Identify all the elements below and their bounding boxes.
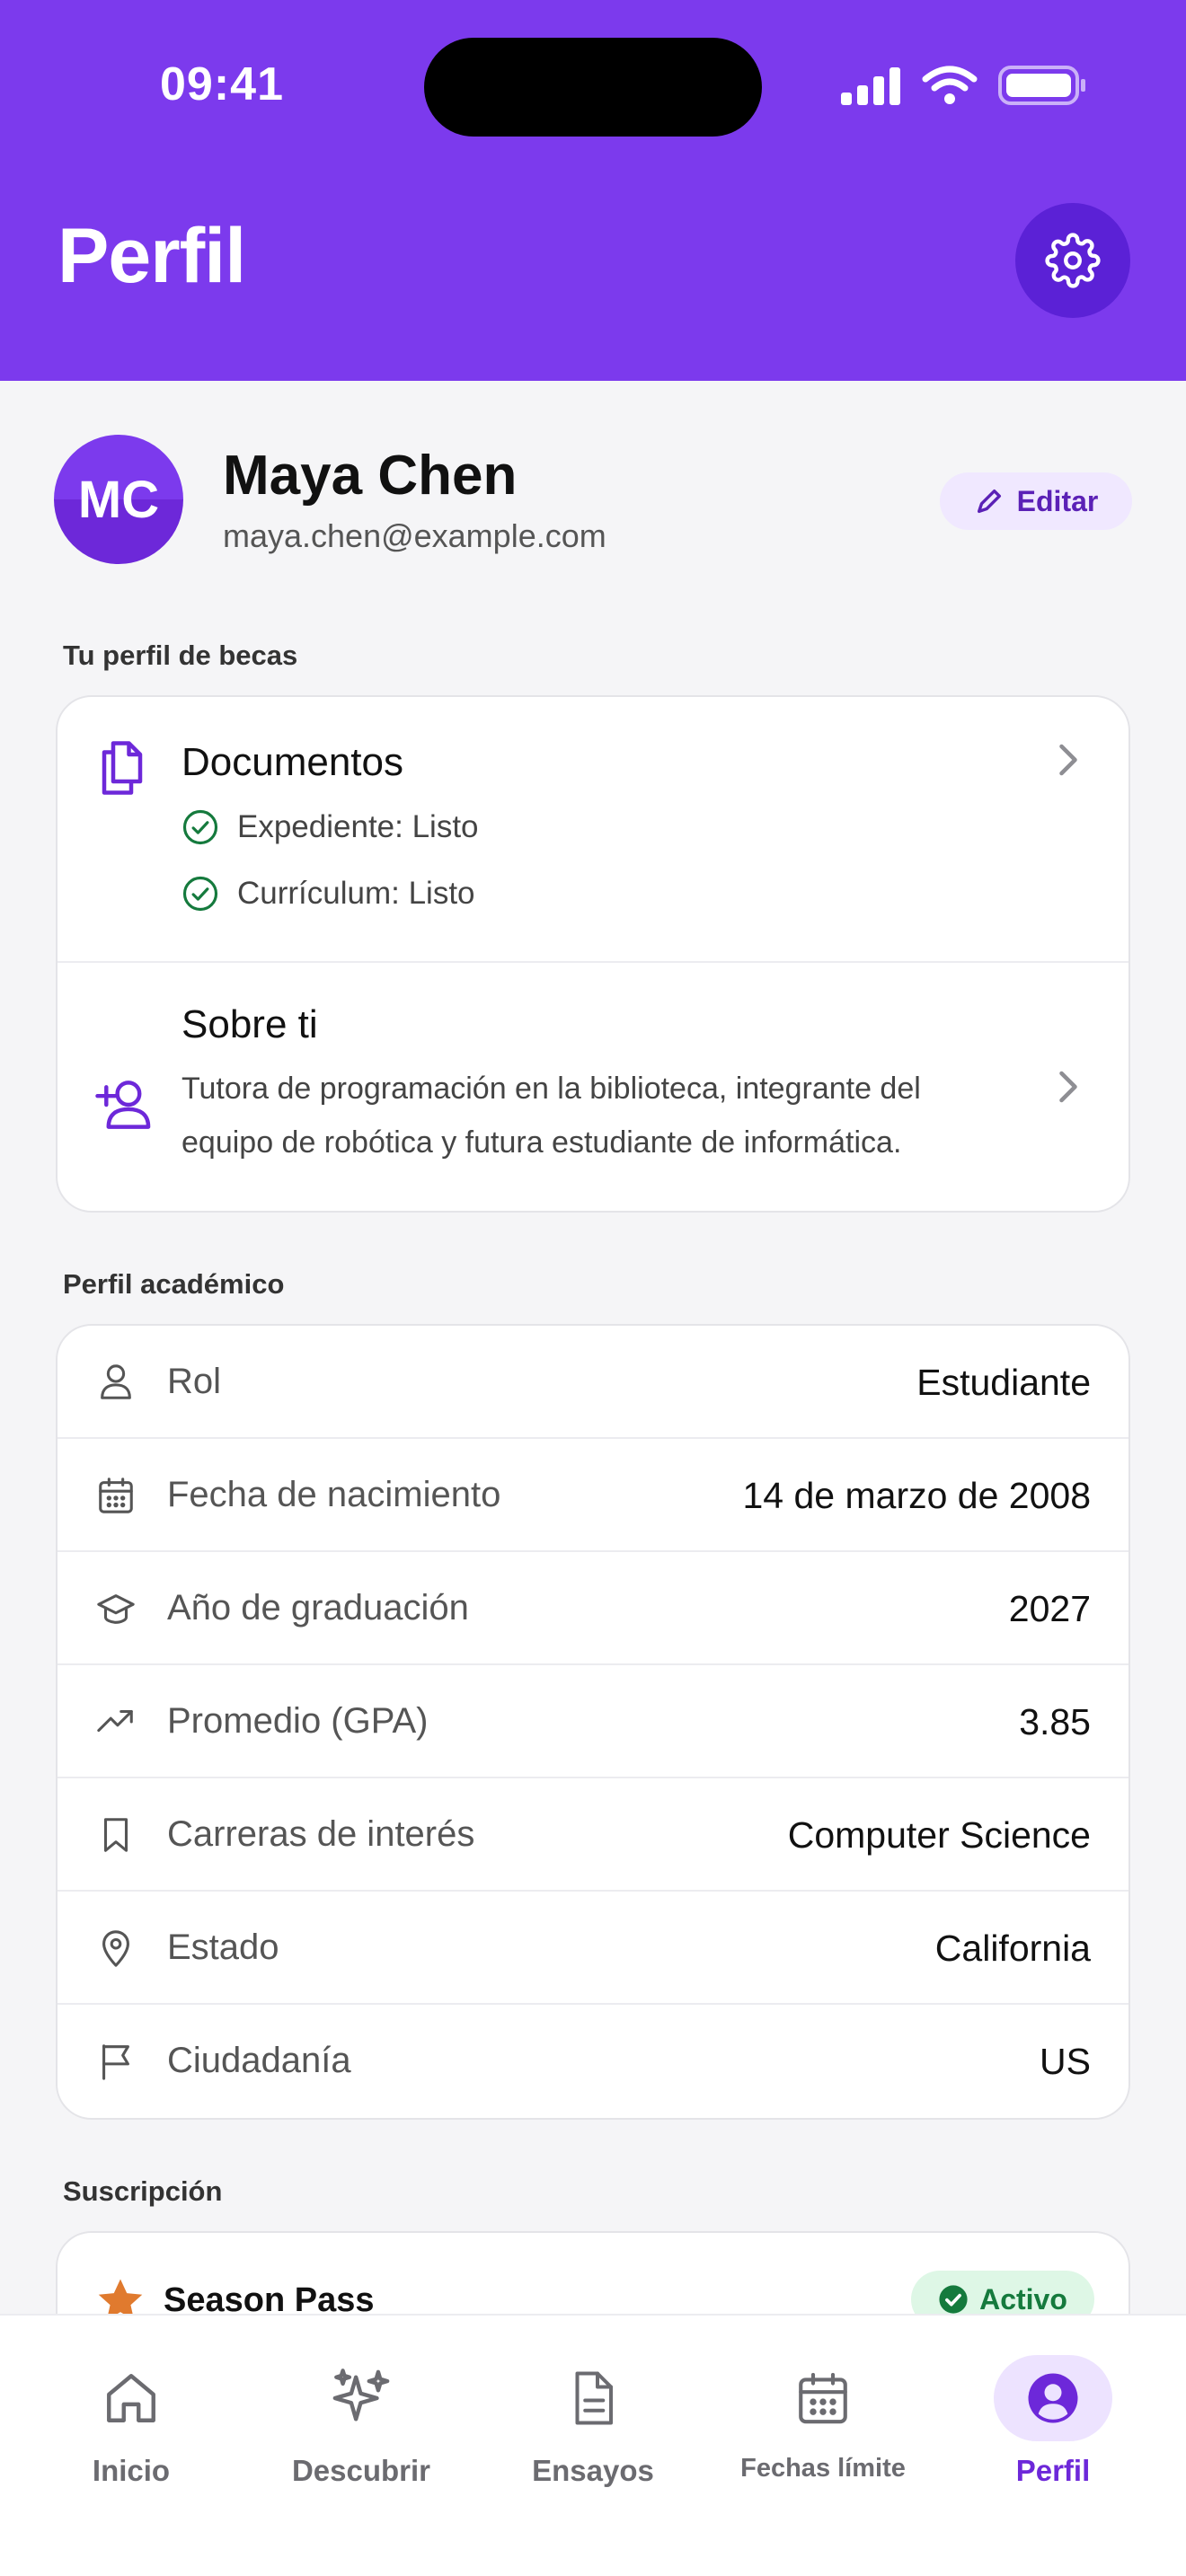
bookmark-icon [103,1818,128,1852]
profile-icon [1028,2373,1078,2423]
about-title: Sobre ti [181,1002,318,1046]
active-tab-indicator [994,2355,1112,2441]
user-icon [101,1364,131,1399]
academic-row-gpa: Promedio (GPA) 3.85 [58,1665,1128,1778]
section-title-subscription: Suscripción [63,2175,223,2207]
tab-label: Perfil [1015,2454,1091,2487]
user-name: Maya Chen [223,445,518,507]
map-pin-icon [102,1930,129,1967]
academic-row-role: Rol Estudiante [58,1326,1128,1439]
tab-perfil[interactable]: Perfil [934,2316,1172,2531]
dynamic-island [424,38,762,137]
home-icon [107,2374,155,2422]
sparkles-icon [332,2369,390,2422]
battery-icon [998,66,1085,105]
calendar-icon [99,1478,133,1513]
academic-row-birthdate: Fecha de nacimiento 14 de marzo de 2008 [58,1439,1128,1552]
check-circle-icon [182,876,218,912]
chevron-right-icon [1059,744,1077,776]
academic-row-citizenship: Ciudadanía US [58,2005,1128,2118]
avatar: MC [54,435,183,564]
trending-up-icon [97,1709,133,1733]
tab-ensayos[interactable]: Ensayos [474,2316,712,2531]
academic-card: Rol Estudiante Fecha de nacimiento 14 de… [56,1324,1130,2120]
graduation-cap-icon [97,1594,135,1624]
document-status-item: Currículum: Listo [181,875,475,913]
tab-label: Fechas límite [740,2454,906,2483]
chevron-right-icon [1059,1071,1077,1103]
signal-icon [841,67,900,105]
pencil-icon [977,489,1001,514]
documents-icon [102,741,143,795]
about-row[interactable]: Sobre ti Tutora de programación en la bi… [58,963,1128,1211]
edit-label: Editar [1016,484,1099,517]
check-circle-icon [182,809,218,845]
academic-row-graduation: Año de graduación 2027 [58,1552,1128,1665]
profile-summary: MC Maya Chen maya.chen@example.com Edita… [54,435,1132,568]
app-header: 09:41 Perfil [0,0,1186,381]
about-text: Tutora de programación en la biblioteca,… [181,1072,921,1160]
tab-fechas-limite[interactable]: Fechas límite [704,2316,942,2531]
academic-row-majors: Carreras de interés Computer Science [58,1778,1128,1892]
tab-label: Descubrir [291,2454,431,2487]
section-title-academic: Perfil académico [63,1268,285,1300]
section-title-scholarship: Tu perfil de becas [63,640,298,671]
tab-inicio[interactable]: Inicio [13,2316,250,2531]
gear-icon [1045,233,1101,288]
tab-descubrir[interactable]: Descubrir [243,2316,480,2531]
academic-row-state: Estado California [58,1892,1128,2005]
documents-title: Documentos [181,740,404,784]
tab-bar: Inicio Descubrir Ensayos Fechas límite P… [0,2314,1186,2576]
status-icons [839,65,1087,106]
document-icon [575,2371,613,2425]
calendar-icon [799,2372,847,2424]
status-time: 09:41 [160,58,284,110]
page-title: Perfil [58,213,246,299]
tab-label: Inicio [92,2454,171,2487]
scholarship-card: Documentos Expediente: Listo Currículum:… [56,695,1130,1213]
wifi-icon [922,66,978,104]
documents-row[interactable]: Documentos Expediente: Listo Currículum:… [58,697,1128,963]
add-user-icon [95,1081,151,1129]
settings-button[interactable] [1015,203,1130,318]
user-email: maya.chen@example.com [223,517,606,554]
check-circle-filled-icon [939,2285,968,2314]
status-badge-label: Activo [979,2282,1067,2316]
edit-profile-button[interactable]: Editar [940,472,1132,530]
tab-label: Ensayos [532,2454,654,2487]
flag-icon [102,2044,129,2080]
document-status-item: Expediente: Listo [181,808,479,846]
